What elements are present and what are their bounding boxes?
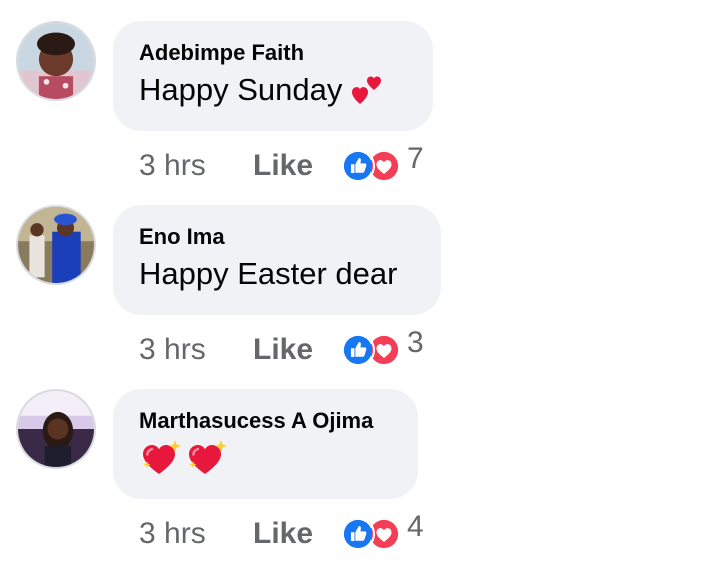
like-reaction-icon — [341, 517, 375, 551]
comment-bubble: Adebimpe Faith Happy Sunday — [113, 21, 433, 131]
comment-author[interactable]: Marthasucess A Ojima — [139, 409, 392, 433]
comment-text-content: Happy Easter dear — [139, 256, 398, 291]
reaction-count[interactable]: 3 — [407, 326, 424, 360]
comment-author[interactable]: Eno Ima — [139, 225, 415, 249]
comment: Marthasucess A Ojima 3 hrs Like 4 — [0, 368, 720, 552]
comment-timestamp[interactable]: 3 hrs — [139, 333, 253, 367]
avatar-photo — [18, 23, 94, 99]
sparkling-heart-icon — [139, 439, 183, 477]
comment-text — [139, 439, 392, 477]
avatar[interactable] — [16, 205, 96, 285]
like-reaction-icon — [341, 149, 375, 183]
comment-timestamp[interactable]: 3 hrs — [139, 149, 253, 183]
comment-text: Happy Easter dear — [139, 255, 415, 293]
reaction-summary[interactable] — [341, 149, 403, 183]
reaction-count[interactable]: 4 — [407, 510, 424, 544]
reaction-summary[interactable] — [341, 517, 403, 551]
like-button[interactable]: Like — [253, 517, 341, 551]
comment-text: Happy Sunday — [139, 71, 407, 109]
comment-actions: 3 hrs Like 7 — [139, 142, 424, 186]
like-reaction-icon — [341, 333, 375, 367]
reaction-count[interactable]: 7 — [407, 142, 424, 176]
avatar-photo — [18, 391, 94, 467]
reaction-summary[interactable] — [341, 333, 403, 367]
like-button[interactable]: Like — [253, 149, 341, 183]
avatar-photo — [18, 207, 94, 283]
comment-actions: 3 hrs Like 3 — [139, 326, 424, 370]
comment-text-content: Happy Sunday — [139, 72, 343, 107]
comment-author[interactable]: Adebimpe Faith — [139, 41, 407, 65]
comment: Adebimpe Faith Happy Sunday 3 hrs Like 7 — [0, 0, 720, 184]
comment-bubble: Marthasucess A Ojima — [113, 389, 418, 499]
comment-bubble: Eno Ima Happy Easter dear — [113, 205, 441, 315]
avatar[interactable] — [16, 21, 96, 101]
avatar[interactable] — [16, 389, 96, 469]
comment-timestamp[interactable]: 3 hrs — [139, 517, 253, 551]
comment-actions: 3 hrs Like 4 — [139, 510, 424, 554]
two-hearts-icon — [350, 73, 384, 107]
comment: Eno Ima Happy Easter dear 3 hrs Like 3 — [0, 184, 720, 368]
like-button[interactable]: Like — [253, 333, 341, 367]
sparkling-heart-icon — [185, 439, 229, 477]
